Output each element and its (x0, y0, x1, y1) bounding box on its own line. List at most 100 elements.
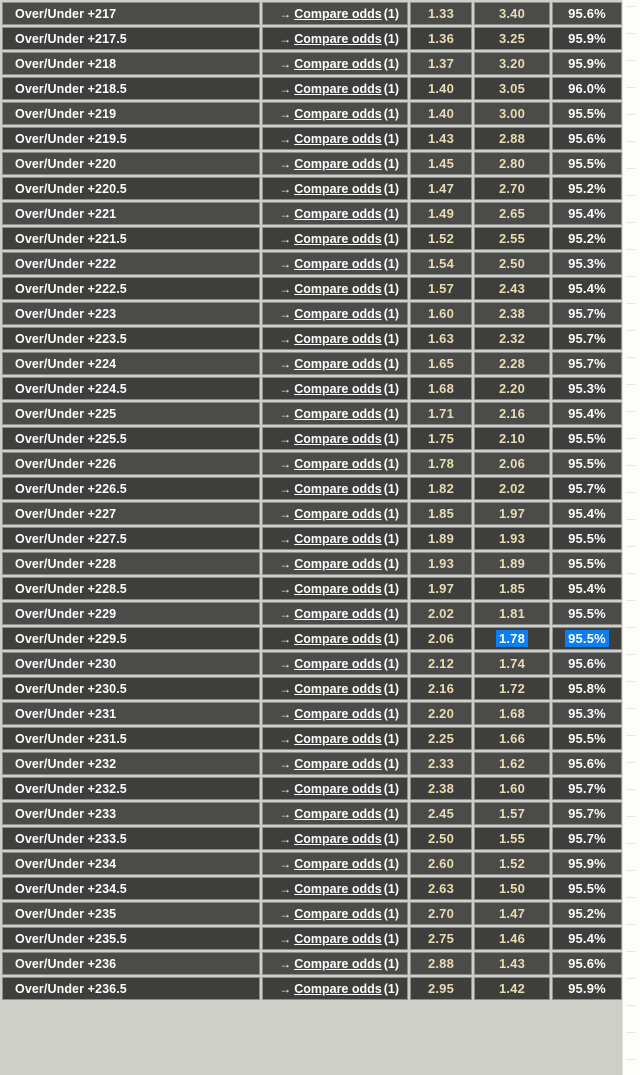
under-odd-value-cell[interactable]: 1.72 (474, 677, 550, 700)
over-odd-value-cell[interactable]: 1.75 (410, 427, 472, 450)
over-odd-value-cell[interactable]: 1.85 (410, 502, 472, 525)
over-odd-value-cell[interactable]: 2.33 (410, 752, 472, 775)
payout-percent-value-cell[interactable]: 95.5% (552, 627, 622, 650)
compare-odds-cell[interactable]: → Compare odds (1) (262, 477, 408, 500)
table-row[interactable]: Over/Under +230.5 → Compare odds (1) 2.16 1.7… (2, 677, 622, 700)
compare-odds-link[interactable]: Compare odds (294, 557, 382, 571)
over-odd-value-cell[interactable]: 1.54 (410, 252, 472, 275)
payout-percent-value-cell[interactable]: 95.4% (552, 277, 622, 300)
table-row[interactable]: Over/Under +230 → Compare odds (1) 2.12 1.74 9… (2, 652, 622, 675)
compare-odds-cell[interactable]: → Compare odds (1) (262, 927, 408, 950)
compare-odds-cell[interactable]: → Compare odds (1) (262, 752, 408, 775)
table-row[interactable]: Over/Under +231.5 → Compare odds (1) 2.25 1.6… (2, 727, 622, 750)
table-row[interactable]: Over/Under +227.5 → Compare odds (1) 1.89 1.9… (2, 527, 622, 550)
compare-odds-cell[interactable]: → Compare odds (1) (262, 977, 408, 1000)
compare-odds-link[interactable]: Compare odds (294, 982, 382, 996)
compare-odds-cell[interactable]: → Compare odds (1) (262, 677, 408, 700)
over-odd-value-cell[interactable]: 2.75 (410, 927, 472, 950)
over-odd-value-cell[interactable]: 2.50 (410, 827, 472, 850)
over-odd-value-cell[interactable]: 1.37 (410, 52, 472, 75)
compare-odds-cell[interactable]: → Compare odds (1) (262, 452, 408, 475)
compare-odds-link[interactable]: Compare odds (294, 757, 382, 771)
compare-odds-link[interactable]: Compare odds (294, 182, 382, 196)
payout-percent-value-cell[interactable]: 95.5% (552, 152, 622, 175)
compare-odds-link[interactable]: Compare odds (294, 732, 382, 746)
payout-percent-value-cell[interactable]: 95.2% (552, 177, 622, 200)
compare-odds-link[interactable]: Compare odds (294, 257, 382, 271)
compare-odds-link[interactable]: Compare odds (294, 657, 382, 671)
over-odd-value-cell[interactable]: 2.63 (410, 877, 472, 900)
under-odd-value-cell[interactable]: 1.93 (474, 527, 550, 550)
compare-odds-cell[interactable]: → Compare odds (1) (262, 127, 408, 150)
under-odd-value-cell[interactable]: 1.60 (474, 777, 550, 800)
compare-odds-link[interactable]: Compare odds (294, 107, 382, 121)
under-odd-value-cell[interactable]: 2.32 (474, 327, 550, 350)
compare-odds-cell[interactable]: → Compare odds (1) (262, 77, 408, 100)
compare-odds-cell[interactable]: → Compare odds (1) (262, 327, 408, 350)
payout-percent-value-cell[interactable]: 95.4% (552, 927, 622, 950)
table-row[interactable]: Over/Under +217 → Compare odds (1) 1.33 3.40 9… (2, 2, 622, 25)
compare-odds-link[interactable]: Compare odds (294, 57, 382, 71)
compare-odds-cell[interactable]: → Compare odds (1) (262, 227, 408, 250)
under-odd-value-cell[interactable]: 1.78 (474, 627, 550, 650)
over-odd-value-cell[interactable]: 2.60 (410, 852, 472, 875)
over-odd-value-cell[interactable]: 2.16 (410, 677, 472, 700)
table-row[interactable]: Over/Under +222 → Compare odds (1) 1.54 2.50 9… (2, 252, 622, 275)
table-row[interactable]: Over/Under +232 → Compare odds (1) 2.33 1.62 9… (2, 752, 622, 775)
over-odd-value-cell[interactable]: 1.49 (410, 202, 472, 225)
table-row[interactable]: Over/Under +235.5 → Compare odds (1) 2.75 1.4… (2, 927, 622, 950)
over-odd-value-cell[interactable]: 1.36 (410, 27, 472, 50)
table-row[interactable]: Over/Under +219 → Compare odds (1) 1.40 3.00 9… (2, 102, 622, 125)
compare-odds-cell[interactable]: → Compare odds (1) (262, 277, 408, 300)
table-row[interactable]: Over/Under +221.5 → Compare odds (1) 1.52 2.5… (2, 227, 622, 250)
compare-odds-cell[interactable]: → Compare odds (1) (262, 177, 408, 200)
under-odd-value-cell[interactable]: 2.50 (474, 252, 550, 275)
compare-odds-link[interactable]: Compare odds (294, 532, 382, 546)
compare-odds-link[interactable]: Compare odds (294, 782, 382, 796)
compare-odds-cell[interactable]: → Compare odds (1) (262, 527, 408, 550)
compare-odds-link[interactable]: Compare odds (294, 282, 382, 296)
compare-odds-link[interactable]: Compare odds (294, 682, 382, 696)
compare-odds-link[interactable]: Compare odds (294, 607, 382, 621)
compare-odds-link[interactable]: Compare odds (294, 832, 382, 846)
under-odd-value-cell[interactable]: 2.70 (474, 177, 550, 200)
compare-odds-link[interactable]: Compare odds (294, 507, 382, 521)
over-odd-value-cell[interactable]: 1.45 (410, 152, 472, 175)
under-odd-value-cell[interactable]: 2.20 (474, 377, 550, 400)
under-odd-value-cell[interactable]: 3.25 (474, 27, 550, 50)
over-odd-value-cell[interactable]: 2.25 (410, 727, 472, 750)
compare-odds-link[interactable]: Compare odds (294, 357, 382, 371)
over-odd-value-cell[interactable]: 1.52 (410, 227, 472, 250)
table-row[interactable]: Over/Under +223.5 → Compare odds (1) 1.63 2.3… (2, 327, 622, 350)
table-row[interactable]: Over/Under +228.5 → Compare odds (1) 1.97 1.8… (2, 577, 622, 600)
compare-odds-cell[interactable]: → Compare odds (1) (262, 152, 408, 175)
compare-odds-cell[interactable]: → Compare odds (1) (262, 377, 408, 400)
payout-percent-value-cell[interactable]: 95.2% (552, 227, 622, 250)
under-odd-value-cell[interactable]: 1.46 (474, 927, 550, 950)
payout-percent-value-cell[interactable]: 95.3% (552, 377, 622, 400)
compare-odds-cell[interactable]: → Compare odds (1) (262, 427, 408, 450)
under-odd-value-cell[interactable]: 2.65 (474, 202, 550, 225)
compare-odds-link[interactable]: Compare odds (294, 82, 382, 96)
payout-percent-value-cell[interactable]: 95.4% (552, 202, 622, 225)
under-odd-value-cell[interactable]: 1.74 (474, 652, 550, 675)
under-odd-value-cell[interactable]: 2.80 (474, 152, 550, 175)
compare-odds-cell[interactable]: → Compare odds (1) (262, 877, 408, 900)
over-odd-value-cell[interactable]: 1.33 (410, 2, 472, 25)
under-odd-value-cell[interactable]: 3.40 (474, 2, 550, 25)
payout-percent-value-cell[interactable]: 95.4% (552, 577, 622, 600)
payout-percent-value-cell[interactable]: 95.3% (552, 252, 622, 275)
under-odd-value-cell[interactable]: 1.62 (474, 752, 550, 775)
compare-odds-cell[interactable]: → Compare odds (1) (262, 402, 408, 425)
compare-odds-link[interactable]: Compare odds (294, 307, 382, 321)
payout-percent-value-cell[interactable]: 95.9% (552, 52, 622, 75)
under-odd-value-cell[interactable]: 2.16 (474, 402, 550, 425)
table-row[interactable]: Over/Under +220 → Compare odds (1) 1.45 2.80 9… (2, 152, 622, 175)
payout-percent-value-cell[interactable]: 95.6% (552, 752, 622, 775)
compare-odds-cell[interactable]: → Compare odds (1) (262, 652, 408, 675)
under-odd-value-cell[interactable]: 3.20 (474, 52, 550, 75)
compare-odds-link[interactable]: Compare odds (294, 957, 382, 971)
payout-percent-value-cell[interactable]: 95.4% (552, 402, 622, 425)
over-odd-value-cell[interactable]: 2.95 (410, 977, 472, 1000)
under-odd-value-cell[interactable]: 2.28 (474, 352, 550, 375)
